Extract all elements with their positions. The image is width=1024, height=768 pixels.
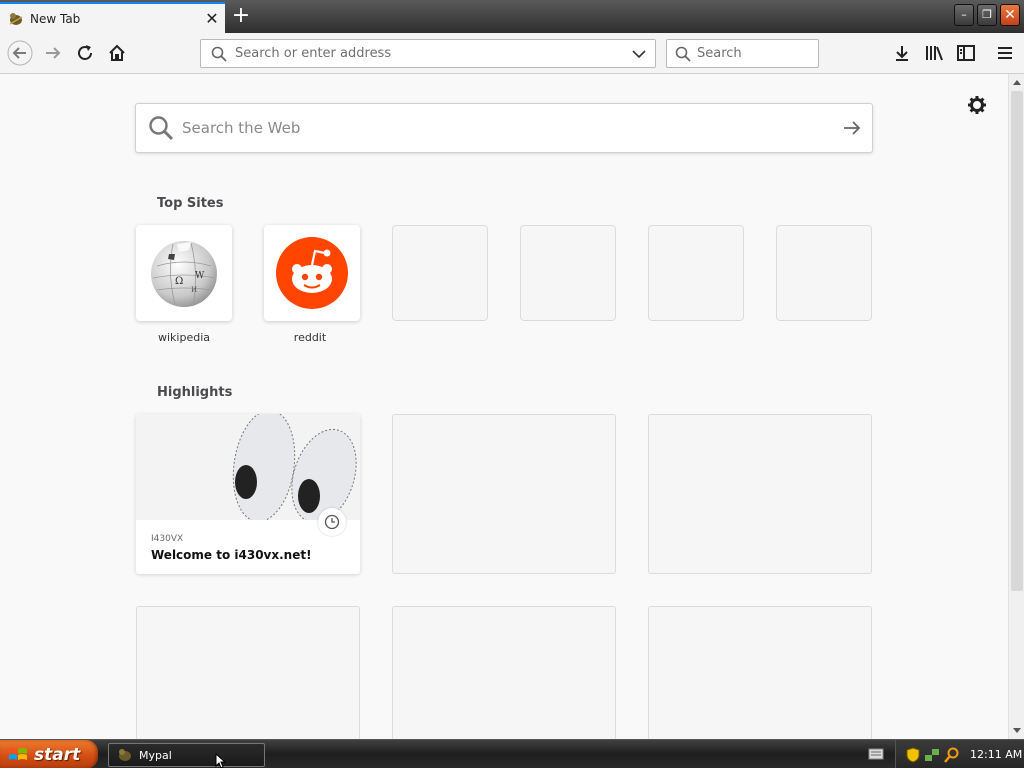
- top-sites-heading: Top Sites: [157, 196, 224, 211]
- sidebar-icon: [957, 45, 975, 61]
- scroll-up-icon[interactable]: [1009, 74, 1024, 90]
- url-bar[interactable]: [200, 39, 656, 68]
- start-button[interactable]: start: [0, 740, 98, 768]
- hamburger-menu-icon: [998, 47, 1012, 59]
- sidebar-button[interactable]: [952, 39, 980, 67]
- forward-arrow-icon: [46, 47, 61, 59]
- search-tray-icon[interactable]: [944, 747, 960, 763]
- library-icon: [926, 46, 943, 61]
- forward-button[interactable]: [39, 39, 67, 67]
- taskbar: start Mypal 12:11 AM: [0, 739, 1024, 768]
- keyboard-icon[interactable]: [868, 748, 884, 760]
- close-tab-icon[interactable]: ✕: [199, 6, 225, 32]
- top-site-label: reddit: [293, 331, 327, 344]
- security-shield-icon[interactable]: [906, 746, 920, 763]
- top-site-label: wikipedia: [157, 331, 210, 344]
- highlights-heading: Highlights: [157, 385, 233, 400]
- settings-gear-icon[interactable]: [966, 94, 988, 116]
- reload-icon: [78, 45, 92, 60]
- home-button[interactable]: [103, 39, 131, 67]
- home-icon: [109, 44, 125, 61]
- restore-button[interactable]: ❐: [977, 4, 997, 26]
- reddit-alien-icon: [276, 237, 348, 309]
- menu-button[interactable]: [991, 39, 1019, 67]
- title-bar: New Tab ✕ + – ❐ ✕: [0, 0, 1024, 33]
- scroll-down-icon[interactable]: [1009, 723, 1024, 739]
- arrow-right-icon[interactable]: [832, 104, 872, 152]
- new-tab-button[interactable]: +: [228, 3, 254, 29]
- system-tray: 12:11 AM: [895, 740, 1024, 768]
- highlight-host: I430VX: [151, 534, 184, 544]
- mouse-cursor-icon: [215, 753, 227, 768]
- web-search-input[interactable]: [182, 119, 832, 137]
- new-tab-page: Top Sites Ω W И wikipedia: [0, 74, 1008, 739]
- back-button[interactable]: [6, 39, 34, 67]
- taskbar-item-label: Mypal: [139, 748, 172, 762]
- highlight-thumbnail: [136, 414, 360, 520]
- svg-text:И: И: [191, 286, 197, 294]
- scrollbar-thumb[interactable]: [1011, 91, 1023, 591]
- tab-title: New Tab: [30, 11, 81, 26]
- highlight-title: Welcome to i430vx.net!: [151, 548, 312, 562]
- library-button[interactable]: [920, 39, 948, 67]
- svg-text:W: W: [195, 271, 205, 281]
- vertical-scrollbar[interactable]: [1008, 74, 1024, 739]
- wikipedia-globe-icon: Ω W И: [151, 241, 217, 307]
- cartoon-eyes-image: [232, 414, 357, 520]
- search-icon: [675, 44, 691, 64]
- mypal-favicon-icon: [9, 12, 23, 25]
- top-site-empty-slot[interactable]: [520, 225, 616, 321]
- top-site-empty-slot[interactable]: [776, 225, 872, 321]
- download-icon: [896, 46, 908, 61]
- taskbar-item-mypal[interactable]: Mypal: [108, 743, 265, 767]
- highlight-empty-slot: [136, 606, 360, 739]
- highlight-empty-slot: [392, 414, 616, 574]
- highlight-empty-slot: [648, 414, 872, 574]
- search-input[interactable]: [697, 46, 867, 61]
- search-bar[interactable]: [666, 39, 867, 68]
- highlight-empty-slot: [648, 606, 872, 739]
- highlight-empty-slot: [392, 606, 616, 739]
- search-icon: [149, 116, 174, 141]
- network-icon[interactable]: [924, 747, 940, 763]
- back-arrow-icon: [7, 40, 33, 66]
- top-site-wikipedia[interactable]: Ω W И: [136, 225, 232, 321]
- taskbar-clock: 12:11 AM: [970, 748, 1023, 761]
- minimize-button[interactable]: –: [954, 4, 974, 26]
- web-search-box[interactable]: [135, 103, 873, 153]
- chevron-down-icon[interactable]: [629, 44, 649, 64]
- tab-new-tab[interactable]: New Tab ✕: [0, 2, 225, 33]
- mypal-app-icon: [119, 749, 131, 761]
- highlight-card[interactable]: I430VX Welcome to i430vx.net!: [136, 414, 360, 574]
- reload-button[interactable]: [71, 39, 99, 67]
- top-site-reddit[interactable]: [264, 225, 360, 321]
- url-input[interactable]: [235, 46, 629, 61]
- close-window-button[interactable]: ✕: [1000, 4, 1020, 26]
- downloads-button[interactable]: [888, 39, 916, 67]
- windows-logo-icon: [9, 747, 27, 760]
- top-site-empty-slot[interactable]: [648, 225, 744, 321]
- top-site-empty-slot[interactable]: [392, 225, 488, 321]
- search-icon: [209, 44, 229, 64]
- nav-toolbar: [0, 33, 1024, 74]
- clock-icon: [318, 508, 346, 536]
- svg-text:Ω: Ω: [175, 276, 183, 287]
- start-label: start: [34, 744, 81, 765]
